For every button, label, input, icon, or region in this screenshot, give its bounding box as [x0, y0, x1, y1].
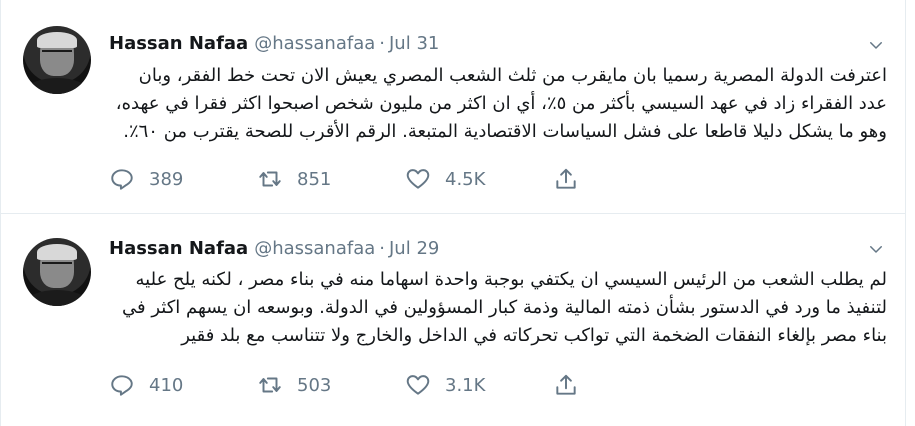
reply-button[interactable]: 410 [109, 372, 257, 398]
tweet-actions: 389 851 4.5K [109, 164, 593, 194]
heart-icon [406, 169, 430, 189]
reply-count: 389 [149, 168, 184, 190]
tweet-text: اعترفت الدولة المصرية رسميا بان مايقرب م… [115, 65, 887, 142]
author-handle[interactable]: @hassanafaa [254, 238, 375, 259]
share-button[interactable] [553, 372, 593, 398]
tweet-date[interactable]: Jul 31 [389, 33, 439, 54]
retweet-button[interactable]: 503 [257, 372, 405, 398]
author-handle[interactable]: @hassanafaa [254, 33, 375, 54]
share-icon [556, 374, 576, 395]
separator-dot: · [379, 238, 385, 259]
tweet[interactable]: Hassan Nafaa @hassanafaa · Jul 29 لم يطلب ا… [1, 214, 905, 426]
tweet-text: لم يطلب الشعب من الرئيس السيسي ان يكتفي … [122, 269, 887, 346]
reply-icon [111, 375, 133, 396]
retweet-icon [259, 377, 281, 393]
reply-icon [111, 169, 133, 190]
share-button[interactable] [553, 166, 593, 192]
retweet-count: 503 [297, 374, 332, 396]
avatar[interactable] [23, 26, 91, 94]
reply-button[interactable]: 389 [109, 166, 257, 192]
author-name[interactable]: Hassan Nafaa [109, 238, 248, 259]
like-count: 3.1K [445, 374, 486, 396]
chevron-down-icon[interactable] [867, 36, 885, 54]
like-button[interactable]: 4.5K [405, 166, 553, 192]
retweet-count: 851 [297, 168, 332, 190]
tweet-header: Hassan Nafaa @hassanafaa · Jul 29 [109, 238, 439, 260]
tweet-date[interactable]: Jul 29 [389, 238, 439, 259]
avatar[interactable] [23, 238, 91, 306]
share-icon [556, 168, 576, 189]
like-count: 4.5K [445, 168, 486, 190]
tweet-actions: 410 503 3.1K [109, 370, 593, 400]
retweet-icon [259, 171, 281, 187]
tweet-header: Hassan Nafaa @hassanafaa · Jul 31 [109, 33, 439, 55]
timeline-feed: Hassan Nafaa @hassanafaa · Jul 31 اعترفت ال… [0, 0, 906, 426]
heart-icon [406, 375, 430, 395]
separator-dot: · [379, 33, 385, 54]
tweet[interactable]: Hassan Nafaa @hassanafaa · Jul 31 اعترفت ال… [1, 0, 905, 214]
author-name[interactable]: Hassan Nafaa [109, 33, 248, 54]
retweet-button[interactable]: 851 [257, 166, 405, 192]
like-button[interactable]: 3.1K [405, 372, 553, 398]
reply-count: 410 [149, 374, 184, 396]
chevron-down-icon[interactable] [867, 240, 885, 258]
